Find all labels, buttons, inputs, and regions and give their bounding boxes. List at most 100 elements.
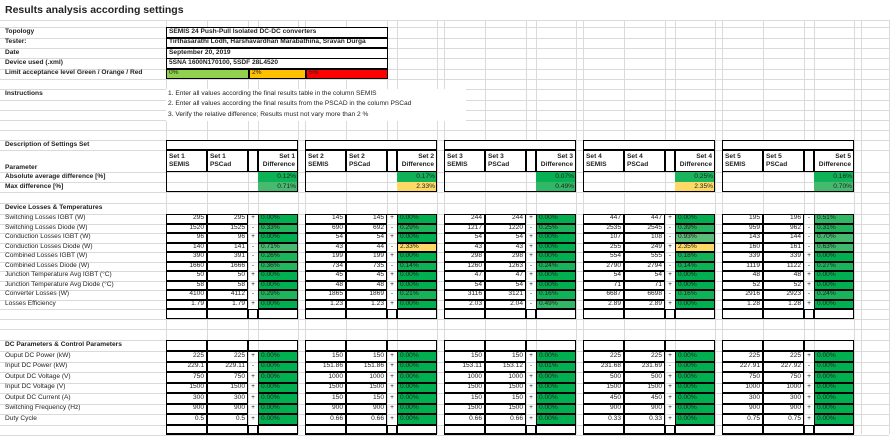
pscad-value[interactable]: 1220 [485, 223, 526, 233]
pscad-value[interactable]: 2545 [624, 223, 665, 233]
semis-value[interactable]: 45 [305, 271, 346, 281]
pscad-value[interactable]: 150 [346, 393, 387, 404]
pscad-value[interactable]: 750 [763, 372, 804, 383]
semis-value[interactable]: 1660 [166, 261, 207, 271]
semis-value[interactable]: 160 [722, 242, 763, 252]
pscad-value[interactable]: 2.89 [624, 299, 665, 309]
pscad-value[interactable]: 227.92 [763, 361, 804, 372]
semis-value[interactable]: 447 [583, 214, 624, 224]
semis-value[interactable]: 1500 [444, 382, 485, 393]
semis-value[interactable]: 690 [305, 223, 346, 233]
semis-value[interactable]: 300 [722, 393, 763, 404]
pscad-value[interactable]: 1500 [207, 382, 248, 393]
empty-cell[interactable] [763, 309, 804, 319]
pscad-value[interactable]: 54 [346, 233, 387, 243]
semis-value[interactable]: 140 [166, 242, 207, 252]
info-value[interactable]: Tirthasarathi Lodh, Harshavardhan Maraba… [166, 37, 388, 48]
pscad-value[interactable]: 295 [207, 214, 248, 224]
pscad-value[interactable]: 1500 [624, 382, 665, 393]
pscad-value[interactable]: 339 [763, 252, 804, 262]
semis-value[interactable]: 255 [583, 242, 624, 252]
pscad-value[interactable]: 900 [346, 403, 387, 414]
semis-value[interactable]: 1.23 [305, 299, 346, 309]
semis-value[interactable]: 900 [166, 403, 207, 414]
empty-cell[interactable] [346, 424, 387, 435]
pscad-value[interactable]: 0.66 [346, 414, 387, 425]
pscad-value[interactable]: 1500 [485, 403, 526, 414]
pscad-value[interactable]: 43 [485, 242, 526, 252]
pscad-value[interactable]: 50 [207, 271, 248, 281]
pscad-value[interactable]: 900 [624, 403, 665, 414]
pscad-value[interactable]: 6698 [624, 290, 665, 300]
pscad-value[interactable]: 391 [207, 252, 248, 262]
semis-value[interactable]: 300 [166, 393, 207, 404]
semis-value[interactable]: 450 [583, 393, 624, 404]
semis-value[interactable]: 48 [722, 271, 763, 281]
pscad-value[interactable]: 1.28 [763, 299, 804, 309]
semis-value[interactable]: 231.68 [583, 361, 624, 372]
pscad-value[interactable]: 153.12 [485, 361, 526, 372]
semis-value[interactable]: 1.28 [722, 299, 763, 309]
empty-cell[interactable] [166, 309, 207, 319]
semis-value[interactable]: 900 [722, 403, 763, 414]
info-value[interactable]: SEMIS 24 Push-Pull Isolated DC-DC conver… [166, 27, 388, 38]
pscad-value[interactable]: 1869 [346, 290, 387, 300]
semis-value[interactable]: 1520 [166, 223, 207, 233]
pscad-value[interactable]: 1000 [346, 372, 387, 383]
semis-value[interactable]: 1500 [444, 403, 485, 414]
semis-value[interactable]: 4100 [166, 290, 207, 300]
pscad-value[interactable]: 1122 [763, 261, 804, 271]
semis-value[interactable]: 43 [444, 242, 485, 252]
pscad-value[interactable]: 54 [624, 271, 665, 281]
semis-value[interactable]: 554 [583, 252, 624, 262]
pscad-value[interactable]: 58 [207, 280, 248, 290]
semis-value[interactable]: 145 [305, 214, 346, 224]
empty-cell[interactable] [305, 309, 346, 319]
pscad-value[interactable]: 229.11 [207, 361, 248, 372]
semis-value[interactable]: 195 [722, 214, 763, 224]
pscad-value[interactable]: 900 [207, 403, 248, 414]
pscad-value[interactable]: 2.04 [485, 299, 526, 309]
pscad-value[interactable]: 54 [485, 280, 526, 290]
empty-cell[interactable] [444, 340, 485, 351]
semis-value[interactable]: 0.33 [583, 414, 624, 425]
pscad-value[interactable]: 96 [207, 233, 248, 243]
empty-cell[interactable] [485, 340, 526, 351]
empty-cell[interactable] [485, 424, 526, 435]
empty-cell[interactable] [583, 309, 624, 319]
pscad-value[interactable]: 150 [485, 351, 526, 362]
pscad-value[interactable]: 44 [346, 242, 387, 252]
semis-value[interactable]: 298 [444, 252, 485, 262]
empty-cell[interactable] [624, 340, 665, 351]
pscad-value[interactable]: 52 [763, 280, 804, 290]
pscad-value[interactable]: 150 [346, 351, 387, 362]
pscad-value[interactable]: 900 [763, 403, 804, 414]
pscad-value[interactable]: 298 [485, 252, 526, 262]
pscad-value[interactable]: 300 [207, 393, 248, 404]
set-description[interactable] [305, 140, 437, 150]
pscad-value[interactable]: 45 [346, 271, 387, 281]
pscad-value[interactable]: 1525 [207, 223, 248, 233]
empty-cell[interactable] [305, 424, 346, 435]
semis-value[interactable]: 959 [722, 223, 763, 233]
semis-value[interactable]: 48 [305, 280, 346, 290]
pscad-value[interactable]: 144 [763, 233, 804, 243]
pscad-value[interactable]: 450 [624, 393, 665, 404]
semis-value[interactable]: 52 [722, 280, 763, 290]
semis-value[interactable]: 390 [166, 252, 207, 262]
pscad-value[interactable]: 71 [624, 280, 665, 290]
pscad-value[interactable]: 1500 [485, 382, 526, 393]
set-description[interactable] [722, 140, 854, 150]
semis-value[interactable]: 2916 [722, 290, 763, 300]
pscad-value[interactable]: 1666 [207, 261, 248, 271]
pscad-value[interactable]: 1.23 [346, 299, 387, 309]
pscad-value[interactable]: 54 [485, 233, 526, 243]
pscad-value[interactable]: 225 [763, 351, 804, 362]
pscad-value[interactable]: 1263 [485, 261, 526, 271]
pscad-value[interactable]: 141 [207, 242, 248, 252]
semis-value[interactable]: 2790 [583, 261, 624, 271]
semis-value[interactable]: 1217 [444, 223, 485, 233]
empty-cell[interactable] [166, 424, 207, 435]
semis-value[interactable]: 58 [166, 280, 207, 290]
semis-value[interactable]: 1500 [583, 382, 624, 393]
